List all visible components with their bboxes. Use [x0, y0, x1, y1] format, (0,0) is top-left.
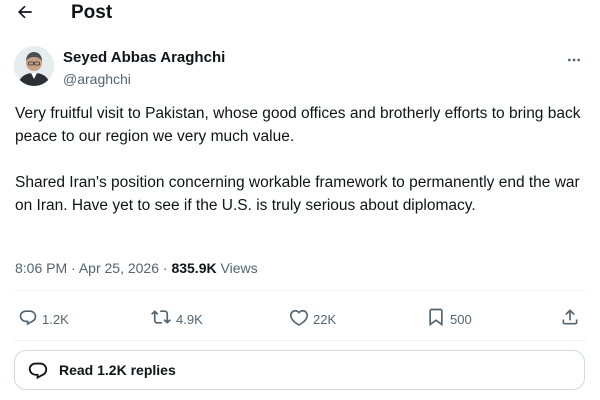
meta-separator: · [71, 260, 76, 276]
repost-button[interactable]: 4.9K [150, 306, 203, 332]
post-author: Seyed Abbas Araghchi @araghchi [0, 42, 600, 92]
post-date[interactable]: Apr 25, 2026 [79, 260, 159, 276]
bookmark-count: 500 [450, 311, 472, 327]
heart-icon [289, 307, 309, 332]
views-count: 835.9K [171, 260, 217, 276]
divider [14, 340, 586, 341]
post-paragraph: Very fruitful visit to Pakistan, whose g… [15, 105, 581, 145]
post-meta: 8:06 PM · Apr 25, 2026 · 835.9K Views [15, 258, 258, 278]
arrow-left-icon [15, 2, 35, 27]
share-button[interactable] [560, 306, 580, 332]
avatar[interactable] [14, 46, 54, 86]
page-title: Post [71, 2, 113, 23]
more-button[interactable] [562, 52, 586, 72]
like-count: 22K [313, 311, 337, 327]
reply-count: 1.2K [42, 311, 69, 327]
action-bar: 1.2K 4.9K 22K 500 [0, 306, 600, 332]
back-button[interactable] [12, 2, 38, 26]
user-avatar-image [14, 46, 54, 86]
read-replies-button[interactable]: Read 1.2K replies [14, 350, 585, 390]
read-replies-label: Read 1.2K replies [59, 362, 176, 378]
views-label: Views [220, 260, 258, 276]
reply-icon [18, 307, 38, 332]
like-button[interactable]: 22K [289, 306, 336, 332]
post-text: Very fruitful visit to Pakistan, whose g… [15, 102, 590, 240]
repost-icon [150, 307, 172, 332]
reply-button[interactable]: 1.2K [18, 306, 69, 332]
reply-bubble-icon [27, 359, 49, 381]
post-paragraph: Shared Iran's position concerning workab… [15, 174, 580, 214]
page-header: Post [0, 0, 600, 30]
author-handle[interactable]: @araghchi [63, 70, 131, 88]
bookmark-icon [426, 307, 446, 332]
bookmark-button[interactable]: 500 [426, 306, 472, 332]
post-time[interactable]: 8:06 PM [15, 260, 67, 276]
author-name[interactable]: Seyed Abbas Araghchi [63, 49, 225, 67]
more-horizontal-icon [566, 52, 582, 73]
meta-separator: · [162, 260, 168, 276]
divider [14, 290, 586, 291]
repost-count: 4.9K [176, 311, 203, 327]
share-icon [560, 307, 580, 332]
